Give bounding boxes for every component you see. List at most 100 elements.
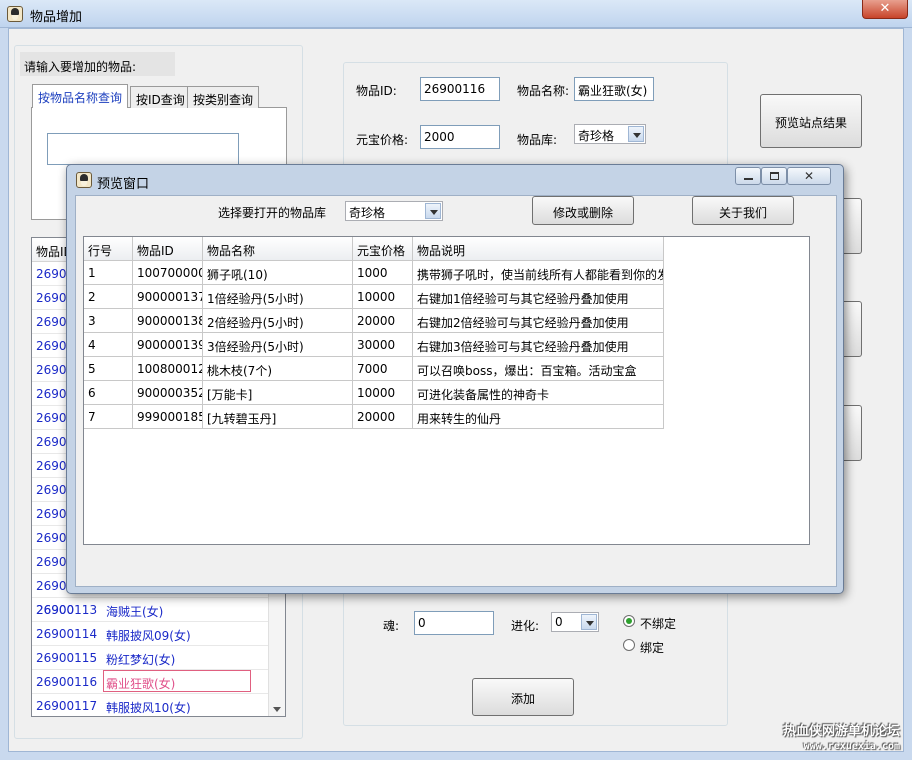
item-name-label: 物品名称: (517, 84, 570, 98)
chevron-down-icon[interactable] (628, 126, 644, 142)
evolve-select-value: 0 (555, 615, 563, 629)
name-search-input[interactable] (47, 133, 239, 165)
table-cell-ingot-price[interactable]: 30000 (353, 333, 413, 357)
table-cell-item-description[interactable]: 右键加2倍经验可与其它经验丹叠加使用 (413, 309, 664, 333)
column-header-item-name[interactable]: 物品名称 (203, 237, 353, 261)
list-item[interactable]: 26900113 海贼王(女) (32, 598, 269, 622)
list-item[interactable]: 26900114 韩服披风09(女) (32, 622, 269, 646)
table-cell-ingot-price[interactable]: 7000 (353, 357, 413, 381)
add-button[interactable]: 添加 (472, 678, 574, 716)
about-us-button[interactable]: 关于我们 (692, 196, 794, 225)
table-cell-row-number[interactable]: 4 (84, 333, 133, 357)
table-cell-item-name[interactable]: 2倍经验丹(5小时) (203, 309, 353, 333)
table-cell-item-id[interactable]: 999000185 (133, 405, 203, 429)
list-item-id: 26900116 (36, 675, 98, 689)
list-item-name: 韩服披风10(女) (106, 701, 191, 715)
table-cell-item-name[interactable]: 1倍经验丹(5小时) (203, 285, 353, 309)
table-cell-ingot-price[interactable]: 10000 (353, 381, 413, 405)
table-cell-item-id[interactable]: 100700000 (133, 261, 203, 285)
item-id-field[interactable]: 26900116 (420, 77, 500, 101)
table-cell-row-number[interactable]: 5 (84, 357, 133, 381)
list-item-name: 海贼王(女) (106, 605, 164, 619)
preview-table-cells: 行号 物品ID 物品名称 元宝价格 物品说明 1 100700000 狮子吼(10) 1000 携… (84, 237, 664, 429)
table-cell-item-id[interactable]: 900000137 (133, 285, 203, 309)
preview-results-button[interactable]: 预览站点结果 (760, 94, 862, 148)
table-cell-row-number[interactable]: 7 (84, 405, 133, 429)
table-cell-item-description[interactable]: 携带狮子吼时，使当前线所有人都能看到你的发 (413, 261, 664, 285)
forum-watermark: 热血侠网游单机论坛 www.rexuexia.com (783, 724, 900, 754)
tab-by-category[interactable]: 按类别查询 (187, 86, 260, 108)
column-header-row-number[interactable]: 行号 (84, 237, 133, 261)
list-item-selected[interactable]: 26900116 霸业狂歌(女) (32, 670, 269, 694)
table-cell-item-name[interactable]: 3倍经验丹(5小时) (203, 333, 353, 357)
popup-title: 预览窗口 (97, 177, 150, 192)
table-cell-item-id[interactable]: 100800012 (133, 357, 203, 381)
item-name-field[interactable]: 霸业狂歌(女) (574, 77, 654, 101)
table-cell-ingot-price[interactable]: 1000 (353, 261, 413, 285)
table-cell-item-name[interactable]: 狮子吼(10) (203, 261, 353, 285)
library-label: 物品库: (517, 133, 558, 147)
table-cell-ingot-price[interactable]: 20000 (353, 405, 413, 429)
popup-library-select-value: 奇珍格 (349, 206, 386, 220)
table-cell-item-description[interactable]: 右键加1倍经验可与其它经验丹叠加使用 (413, 285, 664, 309)
evolve-label: 进化: (511, 619, 540, 633)
library-select[interactable]: 奇珍格 (574, 124, 646, 144)
table-cell-item-description[interactable]: 用来转生的仙丹 (413, 405, 664, 429)
list-item-name: 霸业狂歌(女) (106, 677, 176, 691)
price-field[interactable]: 2000 (420, 125, 500, 149)
popup-close-button[interactable]: ✕ (787, 167, 831, 185)
table-cell-ingot-price[interactable]: 20000 (353, 309, 413, 333)
list-item[interactable]: 26900115 粉红梦幻(女) (32, 646, 269, 670)
popup-app-icon (76, 172, 92, 188)
list-item[interactable]: 26900117 韩服披风10(女) (32, 694, 269, 716)
evolve-select[interactable]: 0 (551, 612, 599, 632)
library-select-value: 奇珍格 (578, 129, 615, 143)
soul-label: 魂: (383, 619, 400, 633)
table-cell-row-number[interactable]: 2 (84, 285, 133, 309)
maximize-button[interactable] (761, 167, 787, 185)
table-cell-item-id[interactable]: 900000138 (133, 309, 203, 333)
bound-radio[interactable] (623, 639, 635, 651)
unbound-radio[interactable] (623, 615, 635, 627)
list-item-id: 26900115 (36, 651, 98, 665)
minimize-icon (744, 178, 753, 180)
list-item-id: 26900113 (36, 603, 98, 617)
popup-library-select[interactable]: 奇珍格 (345, 201, 443, 221)
table-cell-item-name[interactable]: [九转碧玉丹] (203, 405, 353, 429)
close-icon: ✕ (803, 169, 815, 183)
column-header-item-description[interactable]: 物品说明 (413, 237, 664, 261)
unbound-label[interactable]: 不绑定 (640, 615, 676, 632)
library-select-label: 选择要打开的物品库 (218, 206, 327, 220)
edit-delete-button[interactable]: 修改或删除 (532, 196, 634, 225)
table-cell-item-name[interactable]: 桃木枝(7个) (203, 357, 353, 381)
table-cell-item-name[interactable]: [万能卡] (203, 381, 353, 405)
chevron-down-icon[interactable] (581, 614, 597, 630)
search-prompt-label: 请输入要增加的物品: (20, 52, 175, 76)
table-cell-row-number[interactable]: 3 (84, 309, 133, 333)
list-item-name: 韩服披风09(女) (106, 629, 191, 643)
window-title: 物品增加 (30, 10, 83, 25)
soul-field[interactable]: 0 (414, 611, 494, 635)
bound-label[interactable]: 绑定 (640, 639, 664, 656)
table-cell-item-description[interactable]: 可进化装备属性的神奇卡 (413, 381, 664, 405)
table-cell-item-id[interactable]: 900000139 (133, 333, 203, 357)
table-cell-row-number[interactable]: 1 (84, 261, 133, 285)
chevron-down-icon[interactable] (425, 203, 441, 219)
scroll-down-arrow-icon[interactable] (273, 707, 281, 712)
maximize-icon (770, 172, 779, 180)
table-cell-item-description[interactable]: 右键加3倍经验可与其它经验丹叠加使用 (413, 333, 664, 357)
tab-by-id[interactable]: 按ID查询 (130, 86, 191, 108)
close-button[interactable]: ✕ (862, 0, 908, 19)
watermark-text: 热血侠网游单机论坛 (782, 724, 900, 739)
table-cell-item-description[interactable]: 可以召唤boss，爆出：百宝箱。活动宝盒 (413, 357, 664, 381)
table-cell-row-number[interactable]: 6 (84, 381, 133, 405)
price-label: 元宝价格: (356, 133, 409, 147)
list-item-name: 粉红梦幻(女) (106, 653, 176, 667)
minimize-button[interactable] (735, 167, 761, 185)
tab-by-name[interactable]: 按物品名称查询 (32, 84, 129, 108)
table-cell-ingot-price[interactable]: 10000 (353, 285, 413, 309)
column-header-ingot-price[interactable]: 元宝价格 (353, 237, 413, 261)
watermark-url: www.rexuexia.com (803, 741, 900, 752)
table-cell-item-id[interactable]: 900000352 (133, 381, 203, 405)
column-header-item-id[interactable]: 物品ID (133, 237, 203, 261)
